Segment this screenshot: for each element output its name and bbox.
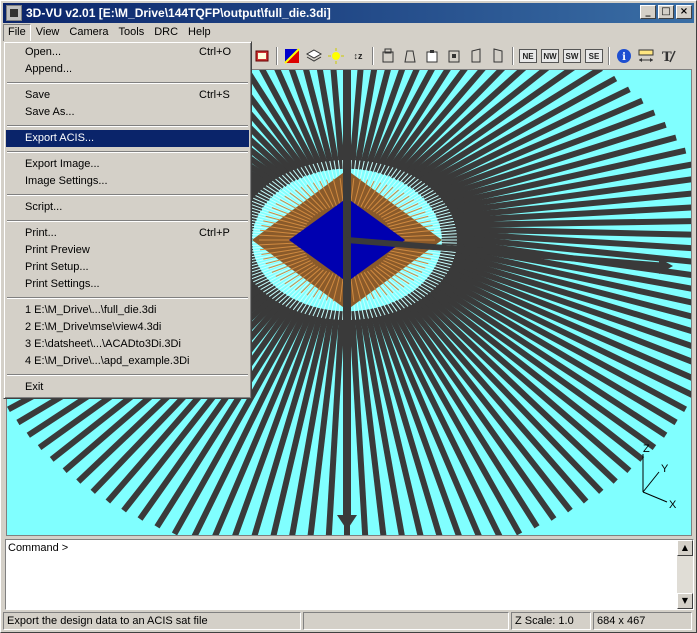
status-message: Export the design data to an ACIS sat fi… [3,612,301,630]
scroll-up-icon[interactable]: ▲ [677,540,693,556]
toolbar-separator [608,47,610,65]
menu-open[interactable]: Open... Ctrl+O [6,44,249,61]
menu-bar: File View Camera Tools DRC Help [3,24,216,42]
menu-view[interactable]: View [31,24,65,42]
view-se-button[interactable]: SE [585,47,603,65]
scroll-down-icon[interactable]: ▼ [677,593,693,609]
menu-print-preview[interactable]: Print Preview [6,242,249,259]
menu-separator [6,293,249,302]
axis-indicator: Z Y X [642,443,677,511]
menu-image-settings[interactable]: Image Settings... [6,173,249,190]
menu-separator [6,147,249,156]
render-icon[interactable] [253,47,271,65]
view-front-icon[interactable] [379,47,397,65]
menu-file[interactable]: File [3,24,31,42]
view-right-icon[interactable] [489,47,507,65]
minimize-button[interactable]: _ [640,5,656,19]
view-top-icon[interactable] [423,47,441,65]
toolbar-separator [512,47,514,65]
status-viewport-size: 684 x 467 [593,612,692,630]
menu-print-settings[interactable]: Print Settings... [6,276,249,293]
menu-separator [6,121,249,130]
menu-recent-file-3[interactable]: 3 E:\datsheet\...\ACADto3Di.3Di [6,336,249,353]
file-menu-dropdown: Open... Ctrl+O Append... Save Ctrl+S Save … [3,41,252,399]
axis-y-label: Y [661,463,669,475]
menu-separator [6,216,249,225]
menu-drc[interactable]: DRC [149,24,183,42]
info-icon[interactable]: i [615,47,633,65]
measure-icon[interactable] [637,47,655,65]
view-sw-button[interactable]: SW [563,47,581,65]
menu-camera[interactable]: Camera [64,24,113,42]
menu-help[interactable]: Help [183,24,216,42]
toolbar: ↕z NE NW SW SE i T [251,44,696,68]
text-tool-icon[interactable]: T [659,47,677,65]
menu-print[interactable]: Print... Ctrl+P [6,225,249,242]
view-nw-button[interactable]: NW [541,47,559,65]
view-side-icon[interactable] [401,47,419,65]
menu-script[interactable]: Script... [6,199,249,216]
toolbar-separator [372,47,374,65]
menu-separator [6,190,249,199]
light-icon[interactable] [327,47,345,65]
menu-separator [6,370,249,379]
z-scale-icon[interactable]: ↕z [349,47,367,65]
layers-icon[interactable] [305,47,323,65]
axis-x-label: X [669,499,677,511]
menu-save[interactable]: Save Ctrl+S [6,87,249,104]
menu-append[interactable]: Append... [6,61,249,78]
view-back-icon[interactable] [445,47,463,65]
toolbar-separator [276,47,278,65]
maximize-button[interactable]: □ [658,5,674,19]
status-zscale: Z Scale: 1.0 [511,612,591,630]
command-panel[interactable]: Command > ▲ ▼ [5,539,694,610]
print-shortcut: Ctrl+P [199,227,230,239]
menu-print-setup[interactable]: Print Setup... [6,259,249,276]
status-bar: Export the design data to an ACIS sat fi… [3,612,694,631]
menu-export-acis[interactable]: Export ACIS... [6,130,249,147]
menu-separator [6,78,249,87]
command-scrollbar[interactable]: ▲ ▼ [677,540,693,609]
menu-save-as[interactable]: Save As... [6,104,249,121]
menu-recent-file-4[interactable]: 4 E:\M_Drive\...\apd_example.3Di [6,353,249,370]
save-shortcut: Ctrl+S [199,89,230,101]
menu-recent-file-1[interactable]: 1 E:\M_Drive\...\full_die.3di [6,302,249,319]
app-icon [6,5,22,21]
close-button[interactable]: × [676,5,692,19]
svg-text:i: i [622,52,626,63]
menu-export-image[interactable]: Export Image... [6,156,249,173]
title-bar[interactable]: 3D-VU v2.01 [E:\M_Drive\144TQFP\output\f… [3,3,694,23]
menu-recent-file-2[interactable]: 2 E:\M_Drive\mse\view4.3di [6,319,249,336]
view-left-icon[interactable] [467,47,485,65]
color-icon[interactable] [283,47,301,65]
menu-exit[interactable]: Exit [6,379,249,396]
axis-z-label: Z [643,443,650,455]
open-shortcut: Ctrl+O [199,46,232,58]
command-prompt[interactable]: Command > [8,542,68,554]
arrow-down [337,515,357,530]
window-title: 3D-VU v2.01 [E:\M_Drive\144TQFP\output\f… [26,6,331,20]
menu-tools[interactable]: Tools [114,24,150,42]
app-window: 3D-VU v2.01 [E:\M_Drive\144TQFP\output\f… [0,0,697,633]
view-ne-button[interactable]: NE [519,47,537,65]
lead [418,282,645,462]
status-pane-empty [303,612,509,630]
